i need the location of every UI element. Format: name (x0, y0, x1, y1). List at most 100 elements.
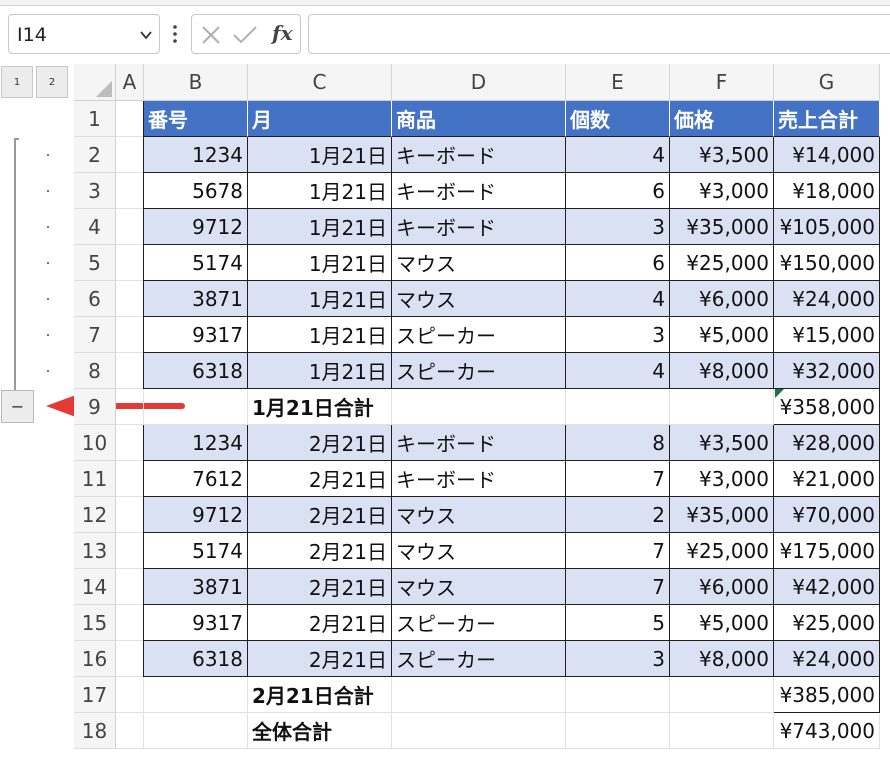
row-header[interactable]: 7 (74, 317, 116, 353)
table-cell[interactable]: 4 (566, 281, 670, 317)
row-header[interactable]: 3 (74, 173, 116, 209)
row-header[interactable]: 12 (74, 497, 116, 533)
table-cell[interactable]: 2月21日 (248, 461, 392, 497)
column-header-c[interactable]: C (248, 64, 392, 101)
row-header[interactable]: 13 (74, 533, 116, 569)
cell-a[interactable] (116, 353, 144, 389)
table-cell[interactable]: 1月21日 (248, 353, 392, 389)
table-cell[interactable]: 3871 (144, 569, 248, 605)
column-header-a[interactable]: A (116, 64, 144, 101)
table-cell[interactable]: ¥70,000 (774, 497, 880, 533)
table-cell[interactable]: 7 (566, 461, 670, 497)
table-cell[interactable]: ¥25,000 (670, 533, 774, 569)
formula-input[interactable] (308, 14, 890, 54)
subtotal-cell[interactable] (392, 713, 566, 749)
cell-a[interactable] (116, 641, 144, 677)
table-cell[interactable]: ¥8,000 (670, 641, 774, 677)
cell-a[interactable] (116, 173, 144, 209)
column-header-g[interactable]: G (774, 64, 880, 101)
table-cell[interactable]: スピーカー (392, 641, 566, 677)
table-cell[interactable]: 2月21日 (248, 425, 392, 461)
select-all-corner[interactable] (74, 64, 116, 101)
table-cell[interactable]: 4 (566, 353, 670, 389)
table-cell[interactable]: 1月21日 (248, 281, 392, 317)
table-cell[interactable]: マウス (392, 281, 566, 317)
table-cell[interactable]: 7 (566, 533, 670, 569)
subtotal-cell[interactable] (392, 389, 566, 425)
cell-a[interactable] (116, 569, 144, 605)
outline-level-1-button[interactable]: 1 (1, 66, 33, 98)
column-header-b[interactable]: B (144, 64, 248, 101)
table-cell[interactable]: 3 (566, 641, 670, 677)
table-cell[interactable]: 5174 (144, 533, 248, 569)
table-cell[interactable]: ¥42,000 (774, 569, 880, 605)
row-header[interactable]: 6 (74, 281, 116, 317)
table-cell[interactable]: ¥21,000 (774, 461, 880, 497)
row-header[interactable]: 5 (74, 245, 116, 281)
collapse-group-button[interactable]: − (1, 390, 34, 423)
table-cell[interactable]: ¥25,000 (670, 245, 774, 281)
table-cell[interactable]: ¥6,000 (670, 569, 774, 605)
subtotal-cell[interactable]: ¥743,000 (774, 713, 880, 749)
cell-a[interactable] (116, 281, 144, 317)
table-cell[interactable]: 8 (566, 425, 670, 461)
table-cell[interactable]: 1234 (144, 425, 248, 461)
table-cell[interactable]: 6318 (144, 641, 248, 677)
table-cell[interactable]: 1234 (144, 137, 248, 173)
table-cell[interactable]: スピーカー (392, 353, 566, 389)
table-header-cell[interactable]: 番号 (144, 101, 248, 137)
table-header-cell[interactable]: 売上合計 (774, 101, 880, 137)
cell-a1[interactable] (116, 101, 144, 137)
table-cell[interactable]: 1月21日 (248, 245, 392, 281)
table-cell[interactable]: 9712 (144, 497, 248, 533)
cell-a[interactable] (116, 137, 144, 173)
subtotal-cell[interactable]: ¥385,000 (774, 677, 880, 713)
table-cell[interactable]: 5174 (144, 245, 248, 281)
table-cell[interactable]: ¥15,000 (774, 317, 880, 353)
table-cell[interactable]: ¥3,500 (670, 425, 774, 461)
cell-a[interactable] (116, 533, 144, 569)
table-cell[interactable]: ¥105,000 (774, 209, 880, 245)
row-header[interactable]: 15 (74, 605, 116, 641)
table-cell[interactable]: ¥5,000 (670, 605, 774, 641)
table-cell[interactable]: 6 (566, 245, 670, 281)
table-cell[interactable]: 1月21日 (248, 137, 392, 173)
subtotal-cell[interactable] (670, 677, 774, 713)
table-cell[interactable]: 3 (566, 209, 670, 245)
subtotal-cell[interactable] (566, 389, 670, 425)
table-cell[interactable]: 9712 (144, 209, 248, 245)
table-cell[interactable]: ¥3,000 (670, 461, 774, 497)
table-cell[interactable]: ¥18,000 (774, 173, 880, 209)
subtotal-cell[interactable] (144, 713, 248, 749)
table-cell[interactable]: 2月21日 (248, 533, 392, 569)
table-cell[interactable]: 1月21日 (248, 173, 392, 209)
table-cell[interactable]: 2月21日 (248, 569, 392, 605)
table-cell[interactable]: 2月21日 (248, 497, 392, 533)
row-header[interactable]: 16 (74, 641, 116, 677)
table-cell[interactable]: 6318 (144, 353, 248, 389)
table-cell[interactable]: ¥150,000 (774, 245, 880, 281)
table-cell[interactable]: 9317 (144, 317, 248, 353)
table-cell[interactable]: 1月21日 (248, 317, 392, 353)
table-header-cell[interactable]: 価格 (670, 101, 774, 137)
table-cell[interactable]: ¥3,500 (670, 137, 774, 173)
subtotal-cell[interactable] (670, 389, 774, 425)
table-cell[interactable]: スピーカー (392, 317, 566, 353)
checkmark-icon[interactable] (232, 24, 258, 46)
row-header[interactable]: 2 (74, 137, 116, 173)
row-header[interactable]: 14 (74, 569, 116, 605)
table-cell[interactable]: 2月21日 (248, 641, 392, 677)
table-cell[interactable]: 3871 (144, 281, 248, 317)
name-box[interactable]: I14 (8, 14, 160, 54)
table-cell[interactable]: ¥175,000 (774, 533, 880, 569)
table-cell[interactable]: キーボード (392, 461, 566, 497)
table-cell[interactable]: ¥5,000 (670, 317, 774, 353)
column-header-e[interactable]: E (566, 64, 670, 101)
subtotal-cell[interactable] (392, 677, 566, 713)
row-header[interactable]: 17 (74, 677, 116, 713)
table-cell[interactable]: 6 (566, 173, 670, 209)
table-cell[interactable]: ¥35,000 (670, 209, 774, 245)
table-cell[interactable]: 7 (566, 569, 670, 605)
table-cell[interactable]: キーボード (392, 209, 566, 245)
cell-a[interactable] (116, 425, 144, 461)
